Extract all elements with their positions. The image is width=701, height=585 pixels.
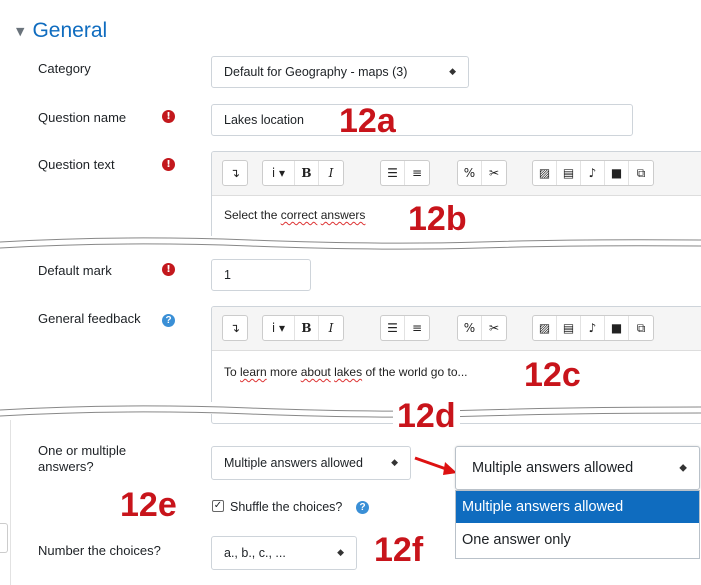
- unlink-icon[interactable]: ✂: [482, 316, 506, 340]
- text-part: more: [266, 365, 301, 379]
- microphone-icon[interactable]: ♪: [581, 316, 605, 340]
- video-icon[interactable]: ■: [605, 161, 629, 185]
- multiple-label-line2: answers?: [38, 459, 94, 474]
- callout-12a: 12a: [339, 102, 396, 140]
- required-icon: !: [162, 263, 175, 276]
- editor-toolbar: ↴ i ▾ B I ☰ ≡ % ✂ ▨ ▤ ♪ ■ ⧉: [212, 152, 701, 196]
- numbering-select[interactable]: a., b., c., ... ◆: [211, 536, 357, 570]
- link-icon[interactable]: %: [458, 316, 482, 340]
- info-dropdown-icon[interactable]: i ▾: [263, 161, 295, 185]
- section-break-1: [0, 236, 701, 250]
- toolbar-group-5: ▨ ▤ ♪ ■ ⧉: [532, 160, 654, 186]
- bullet-list-icon[interactable]: ☰: [381, 316, 405, 340]
- question-name-value: Lakes location: [224, 113, 304, 127]
- text-part: answers: [320, 208, 366, 222]
- video-icon[interactable]: ■: [605, 316, 629, 340]
- multiple-select[interactable]: Multiple answers allowed ◆: [211, 446, 411, 480]
- toolbar-group-5: ▨ ▤ ♪ ■ ⧉: [532, 315, 654, 341]
- default-mark-value: 1: [224, 268, 231, 282]
- question-text-content: Select the correct answers: [224, 208, 365, 222]
- image-icon[interactable]: ▨: [533, 161, 557, 185]
- link-icon[interactable]: %: [458, 161, 482, 185]
- callout-12d: 12d: [393, 398, 460, 434]
- toolbar-group-4: % ✂: [457, 315, 507, 341]
- section-title: General: [32, 19, 108, 42]
- question-name-label: Question name: [38, 110, 127, 125]
- default-mark-input[interactable]: 1: [211, 259, 311, 291]
- numbering-label: Number the choices?: [38, 543, 161, 558]
- question-name-input[interactable]: Lakes location: [211, 104, 633, 136]
- general-feedback-label: General feedback: [38, 311, 141, 326]
- text-part: Select the: [224, 208, 281, 222]
- select-arrow-icon: ◆: [337, 548, 344, 558]
- info-dropdown-icon[interactable]: i ▾: [263, 316, 295, 340]
- required-icon: !: [162, 110, 175, 123]
- bullet-list-icon[interactable]: ☰: [381, 161, 405, 185]
- help-icon[interactable]: ?: [162, 314, 175, 327]
- toolbar-collapse-icon[interactable]: ↴: [223, 161, 247, 185]
- collapse-caret-icon: ▼: [16, 24, 25, 38]
- callout-12c: 12c: [520, 357, 585, 393]
- general-feedback-content: To learn more about lakes of the world g…: [224, 365, 468, 379]
- shuffle-checkbox[interactable]: ✓: [212, 500, 224, 512]
- select-arrow-icon: ◆: [391, 458, 398, 468]
- copy-icon[interactable]: ⧉: [629, 161, 653, 185]
- shuffle-label: Shuffle the choices?: [230, 500, 343, 514]
- text-part: of the world go to...: [362, 365, 468, 379]
- text-part: To: [224, 365, 241, 379]
- numbered-list-icon[interactable]: ≡: [405, 316, 429, 340]
- help-icon[interactable]: ?: [356, 501, 369, 514]
- numbering-value: a., b., c., ...: [224, 546, 286, 560]
- text-part: about: [300, 365, 331, 379]
- toolbar-group-2: i ▾ B I: [262, 315, 344, 341]
- panel-edge: [10, 420, 11, 585]
- microphone-icon[interactable]: ♪: [581, 161, 605, 185]
- callout-12e: 12e: [120, 486, 177, 524]
- multiple-label-line1: One or multiple: [38, 443, 127, 458]
- dropdown-option[interactable]: One answer only: [456, 523, 699, 558]
- copy-icon[interactable]: ⧉: [629, 316, 653, 340]
- unlink-icon[interactable]: ✂: [482, 161, 506, 185]
- category-label: Category: [38, 61, 91, 76]
- toolbar-group-3: ☰ ≡: [380, 315, 430, 341]
- bold-icon[interactable]: B: [295, 316, 319, 340]
- italic-icon[interactable]: I: [319, 316, 343, 340]
- callout-12f: 12f: [374, 531, 424, 569]
- image-icon[interactable]: ▨: [533, 316, 557, 340]
- section-break-2: [0, 402, 701, 418]
- arrow-icon: [414, 456, 457, 475]
- required-icon: !: [162, 158, 175, 171]
- toolbar-group-1: ↴: [222, 160, 248, 186]
- text-part: lakes: [334, 365, 363, 379]
- toolbar-group-4: % ✂: [457, 160, 507, 186]
- toolbar-group-3: ☰ ≡: [380, 160, 430, 186]
- media-icon[interactable]: ▤: [557, 316, 581, 340]
- select-arrow-icon: ◆: [449, 67, 456, 77]
- text-part: correct: [280, 208, 318, 222]
- default-mark-label: Default mark: [38, 263, 112, 278]
- dropdown-select-open[interactable]: Multiple answers allowed ◆: [455, 446, 700, 490]
- toolbar-collapse-icon[interactable]: ↴: [223, 316, 247, 340]
- bold-icon[interactable]: B: [295, 161, 319, 185]
- dropdown-option[interactable]: Multiple answers allowed: [456, 491, 699, 523]
- dropdown-options: Multiple answers allowed One answer only: [455, 490, 700, 559]
- italic-icon[interactable]: I: [319, 161, 343, 185]
- text-part: learn: [240, 365, 267, 379]
- editor-toolbar: ↴ i ▾ B I ☰ ≡ % ✂ ▨ ▤ ♪ ■ ⧉: [212, 307, 701, 351]
- category-value: Default for Geography - maps (3): [224, 65, 408, 79]
- multiple-label: One or multiple answers?: [38, 443, 126, 475]
- toolbar-group-1: ↴: [222, 315, 248, 341]
- multiple-value: Multiple answers allowed: [224, 456, 363, 470]
- question-text-label: Question text: [38, 157, 115, 172]
- left-tab-stub: [0, 523, 8, 553]
- category-select[interactable]: Default for Geography - maps (3) ◆: [211, 56, 469, 88]
- dropdown-selected-value: Multiple answers allowed: [472, 460, 634, 476]
- select-arrow-icon: ◆: [679, 462, 687, 474]
- media-icon[interactable]: ▤: [557, 161, 581, 185]
- toolbar-group-2: i ▾ B I: [262, 160, 344, 186]
- numbered-list-icon[interactable]: ≡: [405, 161, 429, 185]
- section-header[interactable]: ▼ General: [16, 18, 107, 44]
